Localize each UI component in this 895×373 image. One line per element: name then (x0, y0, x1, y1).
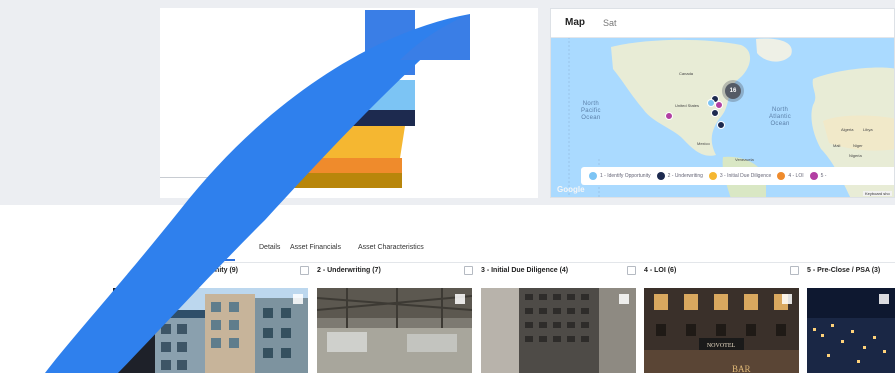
stage-header-identify: tify Opportunity (9) (175, 267, 238, 274)
legend-dot-due-diligence (708, 172, 717, 180)
land-label-mexico: Mexico (697, 141, 710, 146)
tab-asset-financials[interactable]: Asset Financials (290, 244, 341, 251)
legend-item-pre-close: 5 - (809, 172, 827, 180)
land-label-niger: Niger (853, 143, 863, 148)
keyboard-shortcuts-link[interactable]: Keyboard sho (863, 191, 892, 196)
google-logo: Google (557, 185, 585, 194)
tab-asset-characteristics[interactable]: Asset Characteristics (358, 244, 424, 251)
legend-label-loi: 4 - LOI (788, 173, 804, 179)
funnel-segment-top[interactable] (365, 10, 415, 75)
funnel-segment-loi[interactable] (290, 158, 402, 173)
asset-photo-warehouse[interactable] (317, 288, 472, 373)
map-cluster-marker[interactable]: 16 (725, 83, 741, 99)
stage-checkbox-due-diligence[interactable] (464, 266, 473, 275)
land-label-algeria: Algeria (841, 127, 854, 132)
funnel-segment-pre-close[interactable] (290, 173, 402, 188)
map-card[interactable]: Map Sat North Pacific Ocean North Atlant… (550, 8, 895, 198)
stage-checkbox-loi[interactable] (627, 266, 636, 275)
map-legend: 1 - Identify Opportunity 2 - Underwritin… (581, 167, 894, 185)
stage-header-underwriting: 2 - Underwriting (7) (317, 267, 381, 274)
funnel-segment-due-diligence[interactable] (290, 126, 405, 158)
map-pin-identify[interactable] (707, 99, 715, 107)
asset-photo-night-city[interactable] (807, 288, 895, 373)
ocean-label-pacific: North Pacific Ocean (581, 101, 601, 121)
active-tab-indicator (163, 259, 235, 261)
funnel-segment-underwriting[interactable] (335, 110, 415, 126)
ocean-label-atlantic: North Atlantic Ocean (769, 107, 792, 127)
map-pin-underwriting-3[interactable] (717, 121, 725, 129)
asset-photo-hotel[interactable]: NOVOTEL BAR (644, 288, 799, 373)
legend-item-underwriting: 2 - Underwriting (656, 172, 703, 180)
satellite-tab[interactable]: Sat (603, 18, 617, 28)
map-pin-underwriting-2[interactable] (711, 109, 719, 117)
legend-dot-underwriting (656, 172, 665, 180)
map-header: Map Sat (551, 9, 894, 38)
sidebar-dark-panel (113, 288, 155, 373)
stage-checkbox-pre-close[interactable] (790, 266, 799, 275)
legend-label-identify: 1 - Identify Opportunity (600, 173, 651, 179)
land-label-venezuela: Venezuela (735, 157, 754, 162)
legend-label-pre-close: 5 - (820, 173, 827, 179)
legend-dot-loi (777, 172, 786, 180)
funnel-leader-line (160, 177, 290, 178)
land-label-mali: Mali (833, 143, 841, 148)
land-label-libya: Libya (863, 127, 873, 132)
land-label-canada: Canada (679, 71, 694, 76)
legend-item-loi: 4 - LOI (777, 172, 804, 180)
funnel-segment-identify[interactable] (365, 80, 415, 110)
legend-item-identify: 1 - Identify Opportunity (589, 172, 651, 180)
stage-header-due-diligence: 3 - Initial Due Diligence (4) (481, 267, 569, 274)
hotel-sign-text: NOVOTEL (707, 343, 736, 349)
pipeline-funnel (290, 10, 415, 188)
tab-breakdown[interactable]: kdown (200, 244, 222, 251)
tab-details[interactable]: Details (259, 244, 280, 251)
asset-photo-tower[interactable] (481, 288, 636, 373)
stage-checkbox-underwriting[interactable] (300, 266, 309, 275)
legend-dot-identify (589, 172, 597, 180)
map-pin-pre-close[interactable] (715, 101, 723, 109)
land-label-united-states: United States (675, 103, 700, 108)
legend-dot-pre-close (809, 172, 818, 180)
map-tab[interactable]: Map (565, 17, 585, 28)
bar-sign-text: BAR (732, 364, 751, 373)
legend-label-underwriting: 2 - Underwriting (667, 173, 703, 179)
asset-photo-apartment[interactable] (155, 288, 308, 373)
legend-item-due-diligence: 3 - Initial Due Diligence (708, 172, 772, 180)
stage-header-loi: 4 - LOI (6) (644, 267, 677, 274)
land-label-nigeria: Nigeria (849, 153, 862, 158)
stage-header-pre-close: 5 - Pre-Close / PSA (3) (807, 267, 881, 274)
legend-label-due-diligence: 3 - Initial Due Diligence (719, 173, 772, 179)
map-pin-pre-close-2[interactable] (665, 112, 673, 120)
view-tab-bar: kdown Details Asset Financials Asset Cha… (160, 238, 895, 263)
screenshot-stage: Map Sat North Pacific Ocean North Atlant… (0, 0, 895, 373)
